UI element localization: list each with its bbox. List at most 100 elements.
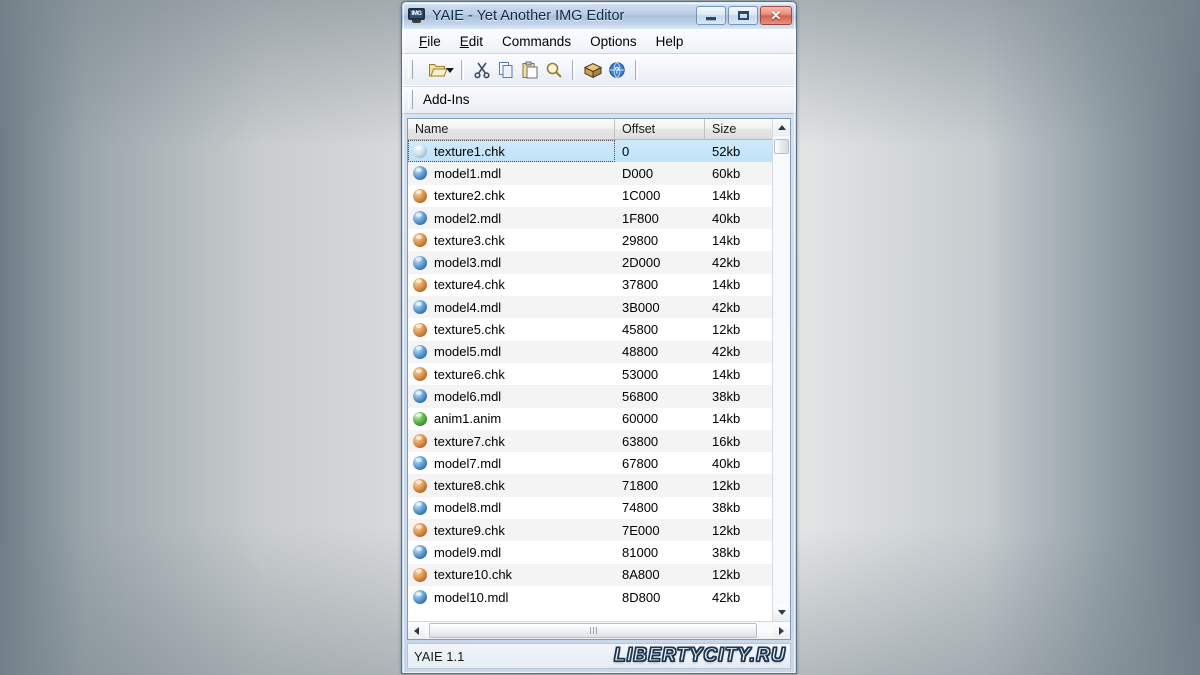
row-size-cell: 40kb	[712, 210, 741, 226]
find-button[interactable]	[542, 58, 566, 82]
table-row[interactable]: model9.mdl 81000 38kb	[408, 541, 772, 563]
table-row[interactable]: texture10.chk 8A800 12kb	[408, 563, 772, 586]
help-button[interactable]: ?	[605, 58, 629, 82]
row-name-cell[interactable]: model8.mdl	[408, 497, 615, 519]
scroll-grip-icon	[589, 627, 597, 634]
model-icon	[413, 500, 427, 515]
title-bar[interactable]: IMG YAIE - Yet Another IMG Editor ✕	[402, 2, 796, 29]
table-row[interactable]: model5.mdl 48800 42kb	[408, 340, 772, 363]
table-row[interactable]: texture3.chk 29800 14kb	[408, 229, 772, 251]
row-name-cell[interactable]: model9.mdl	[408, 541, 615, 563]
addins-menu[interactable]: Add-Ins	[421, 92, 470, 107]
row-name-label: model9.mdl	[434, 544, 502, 560]
table-row[interactable]: texture9.chk 7E000 12kb	[408, 519, 772, 542]
table-row[interactable]: model6.mdl 56800 38kb	[408, 385, 772, 408]
magnifier-icon	[546, 62, 562, 78]
row-name-cell[interactable]: model5.mdl	[408, 341, 615, 363]
row-name-cell[interactable]: texture1.chk	[408, 140, 615, 163]
rebuild-button[interactable]	[581, 58, 605, 82]
row-name-cell[interactable]: model2.mdl	[408, 207, 615, 229]
texture-icon	[413, 188, 427, 203]
row-name-cell[interactable]: model3.mdl	[408, 251, 615, 273]
scroll-down-button[interactable]	[773, 604, 790, 621]
table-row[interactable]: model7.mdl 67800 40kb	[408, 452, 772, 474]
cut-button[interactable]	[470, 58, 494, 82]
scroll-right-button[interactable]	[773, 622, 790, 639]
table-row[interactable]: model2.mdl 1F800 40kb	[408, 206, 772, 230]
addins-grip[interactable]	[408, 90, 413, 109]
row-offset-cell: 60000	[622, 411, 659, 427]
texture-icon	[413, 434, 427, 448]
maximize-button[interactable]	[728, 6, 758, 25]
table-row[interactable]: model4.mdl 3B000 42kb	[408, 296, 772, 319]
row-name-cell[interactable]: texture9.chk	[408, 519, 615, 541]
menu-options[interactable]: Options	[582, 32, 646, 51]
anim-icon	[413, 411, 427, 426]
column-header-offset[interactable]: Offset	[615, 119, 705, 139]
scroll-up-button[interactable]	[773, 119, 790, 136]
row-size-cell: 12kb	[712, 567, 741, 583]
maximize-icon	[737, 11, 749, 20]
row-name-cell[interactable]: model4.mdl	[408, 296, 615, 318]
menu-file[interactable]: File	[411, 32, 450, 51]
copy-button[interactable]	[494, 58, 518, 82]
row-name-cell[interactable]: texture6.chk	[408, 363, 615, 385]
model-icon	[413, 211, 427, 226]
menu-edit[interactable]: Edit	[452, 32, 492, 51]
table-row[interactable]: texture4.chk 37800 14kb	[408, 274, 772, 296]
row-offset-cell: 45800	[622, 322, 659, 338]
table-row[interactable]: texture7.chk 63800 16kb	[408, 429, 772, 453]
horizontal-scrollbar[interactable]	[408, 621, 790, 639]
horizontal-scroll-track[interactable]	[425, 622, 773, 639]
row-name-label: model2.mdl	[434, 210, 502, 226]
table-row[interactable]: model8.mdl 74800 38kb	[408, 497, 772, 519]
column-header-name[interactable]: Name	[408, 119, 615, 139]
row-name-cell[interactable]: texture2.chk	[408, 185, 615, 207]
table-row[interactable]: texture6.chk 53000 14kb	[408, 363, 772, 385]
table-row[interactable]: model1.mdl D000 60kb	[408, 162, 772, 185]
row-name-cell[interactable]: model7.mdl	[408, 452, 615, 474]
table-row[interactable]: texture1.chk 0 52kb	[408, 140, 772, 163]
table-row[interactable]: model10.mdl 8D800 42kb	[408, 586, 772, 608]
table-row[interactable]: texture5.chk 45800 12kb	[408, 318, 772, 340]
vertical-scroll-track[interactable]	[773, 136, 790, 604]
row-offset-cell: 3B000	[622, 299, 660, 315]
menu-commands[interactable]: Commands	[494, 32, 580, 51]
vertical-scrollbar[interactable]	[772, 119, 790, 621]
row-name-cell[interactable]: texture4.chk	[408, 274, 615, 296]
row-name-cell[interactable]: texture5.chk	[408, 318, 615, 340]
row-name-cell[interactable]: texture8.chk	[408, 474, 615, 496]
row-name-cell[interactable]: texture3.chk	[408, 229, 615, 251]
horizontal-scroll-thumb[interactable]	[429, 623, 757, 638]
toolbar-grip[interactable]	[408, 60, 413, 79]
vertical-scroll-thumb[interactable]	[774, 139, 789, 154]
row-name-cell[interactable]: model10.mdl	[408, 586, 615, 608]
minimize-button[interactable]	[696, 6, 726, 25]
monitor-screen-label: IMG	[410, 10, 423, 18]
menu-help[interactable]: Help	[648, 32, 693, 51]
row-size-cell: 14kb	[712, 232, 741, 248]
chevron-down-icon[interactable]	[446, 67, 454, 73]
window-title: YAIE - Yet Another IMG Editor	[432, 7, 625, 24]
row-name-cell[interactable]: texture10.chk	[408, 564, 615, 586]
open-file-button[interactable]	[421, 58, 455, 82]
row-name-cell[interactable]: model6.mdl	[408, 385, 615, 407]
table-row[interactable]: model3.mdl 2D000 42kb	[408, 251, 772, 274]
column-header-size[interactable]: Size	[705, 119, 768, 139]
row-size-cell: 38kb	[712, 500, 741, 516]
scroll-left-button[interactable]	[408, 622, 425, 639]
file-rows: texture1.chk 0 52kb model1.mdl D000 60kb textu…	[408, 140, 772, 621]
row-name-cell[interactable]: model1.mdl	[408, 162, 615, 184]
close-button[interactable]: ✕	[760, 6, 792, 25]
package-box-icon	[583, 62, 603, 78]
table-row[interactable]: texture8.chk 71800 12kb	[408, 474, 772, 497]
model-icon	[413, 166, 427, 181]
paste-button[interactable]	[518, 58, 542, 82]
table-row[interactable]: texture2.chk 1C000 14kb	[408, 185, 772, 207]
row-name-cell[interactable]: texture7.chk	[408, 430, 615, 452]
row-name-cell[interactable]: anim1.anim	[408, 408, 615, 430]
img-monitor-icon[interactable]: IMG	[408, 8, 425, 23]
table-row[interactable]: anim1.anim 60000 14kb	[408, 408, 772, 430]
status-version-text: YAIE 1.1	[414, 648, 465, 664]
row-name-label: model4.mdl	[434, 299, 502, 315]
